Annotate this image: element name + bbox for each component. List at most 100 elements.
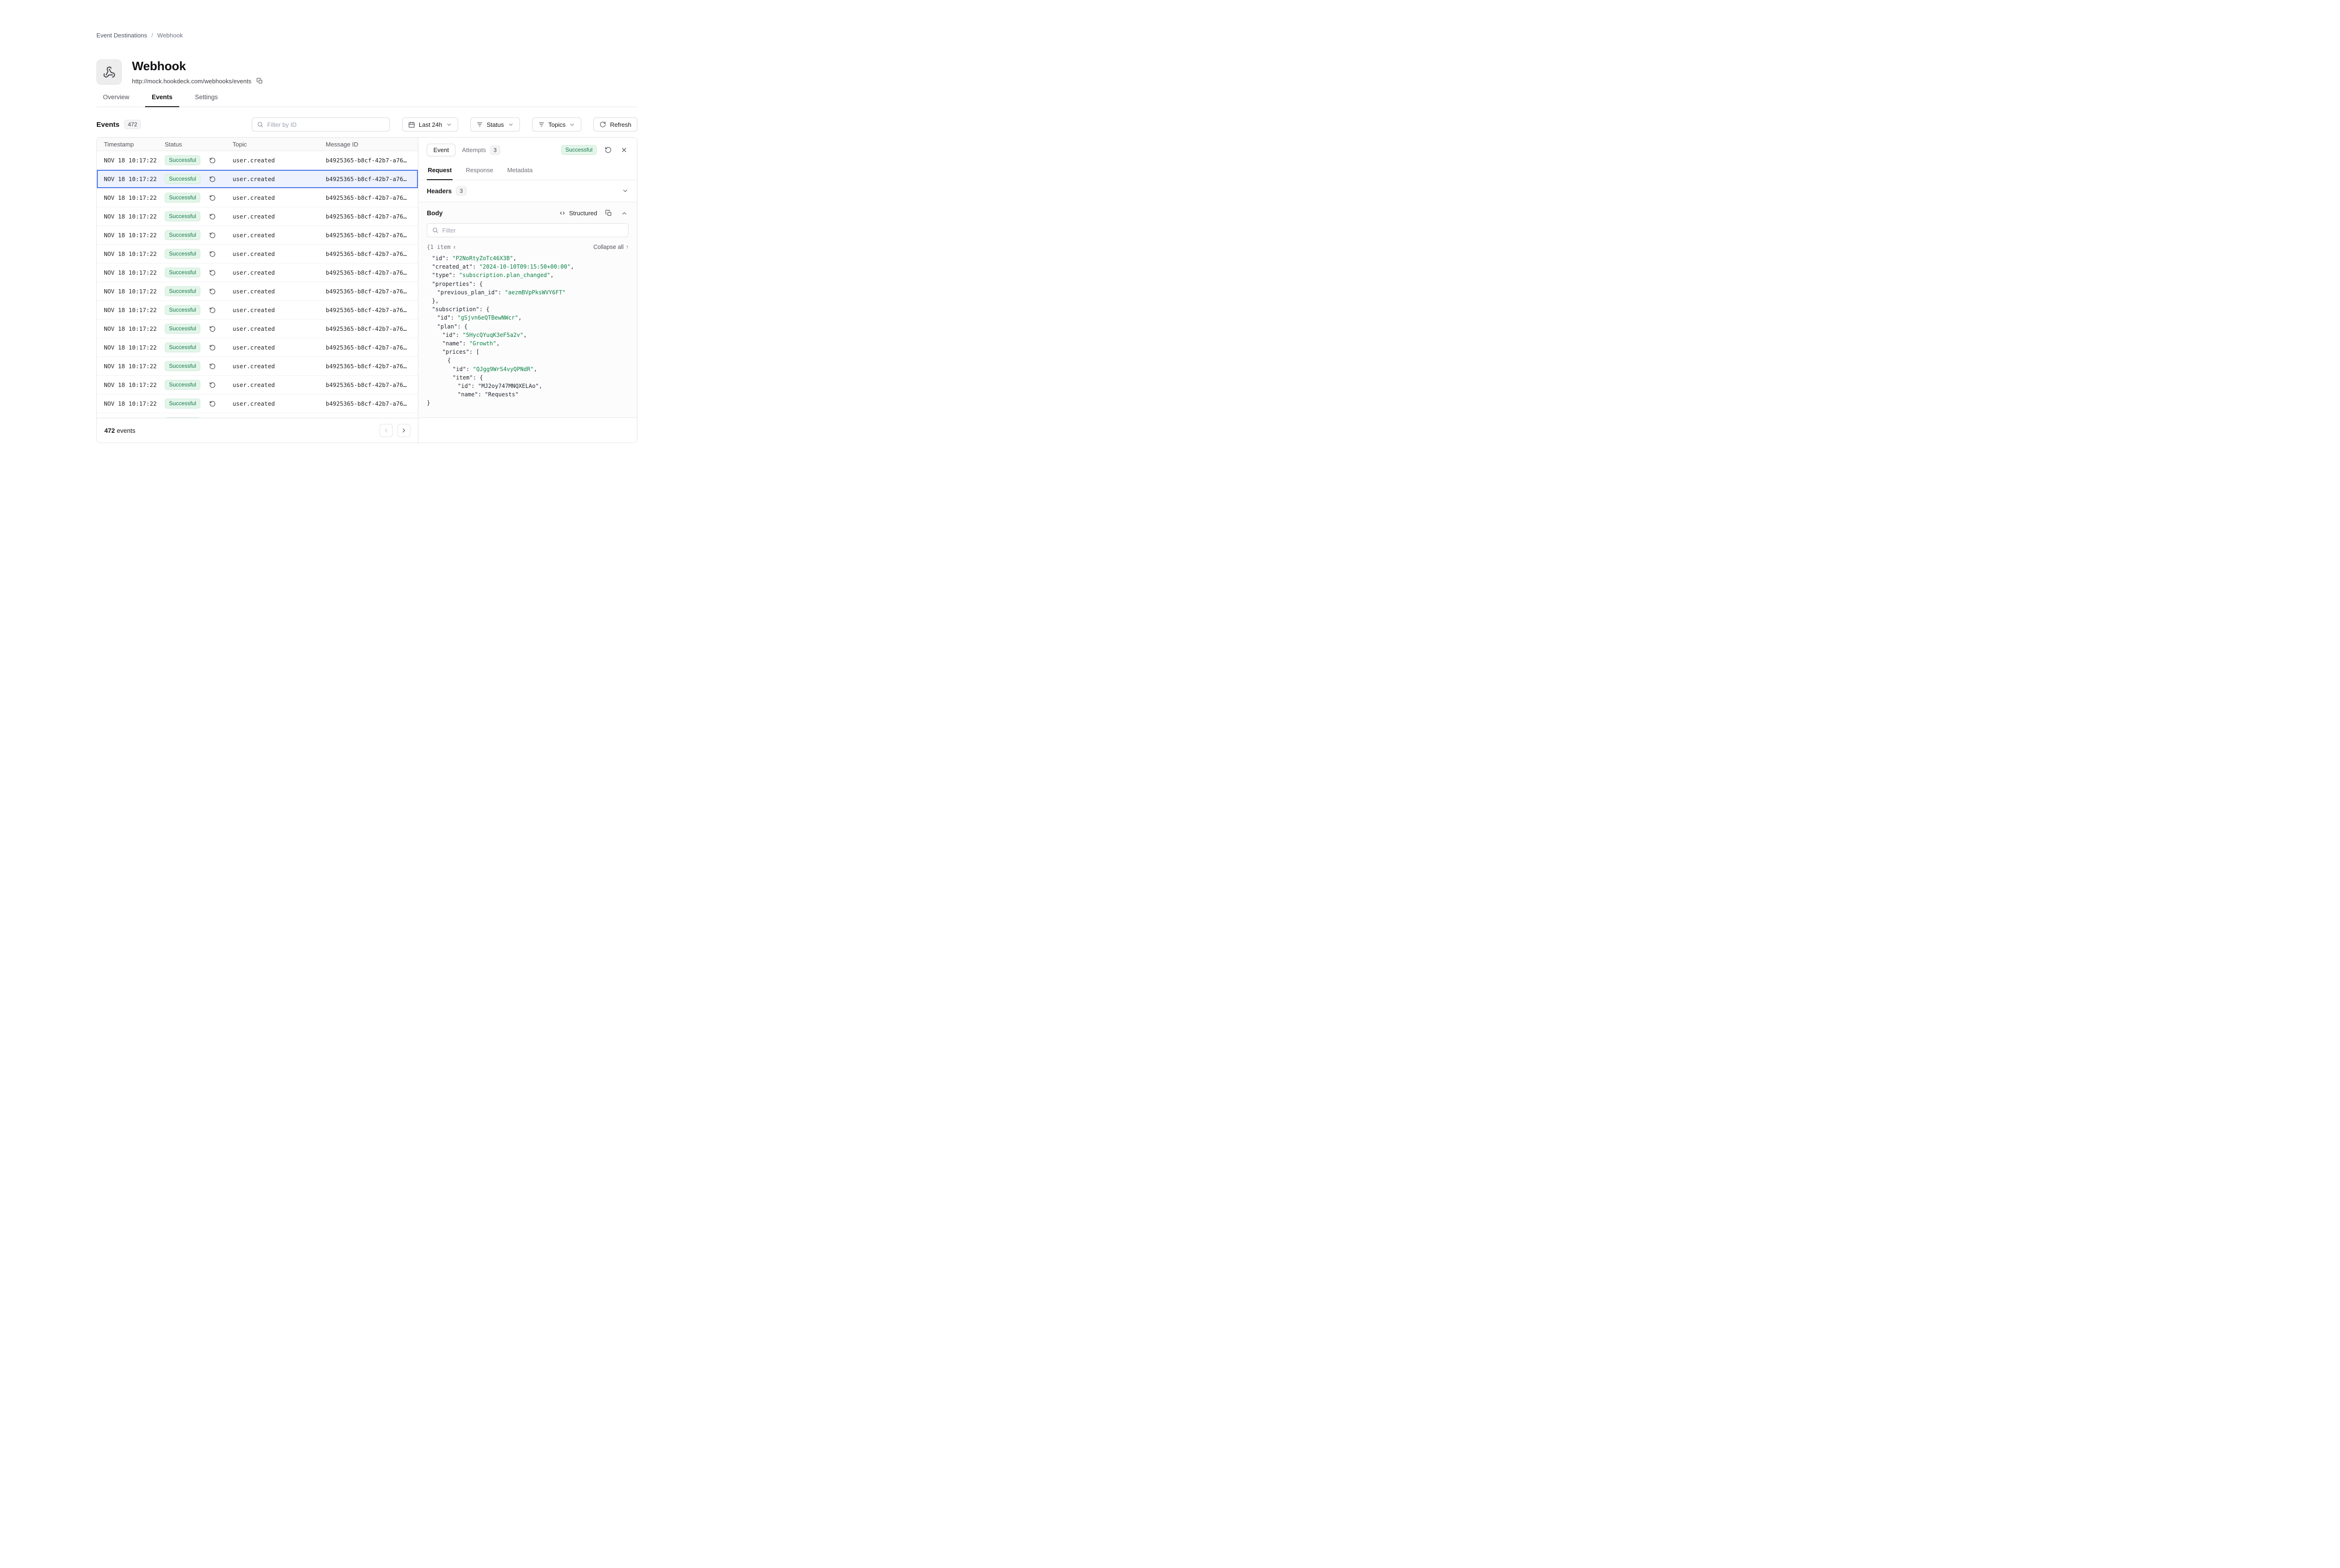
tab-settings[interactable]: Settings (189, 94, 225, 107)
collapse-all-label: Collapse all (593, 244, 624, 250)
retry-icon[interactable] (208, 343, 217, 352)
json-line: "id": "MJ2oy747MNQXELAo", (418, 382, 637, 390)
table-row[interactable]: NOV 18 10:17:22Successfuluser.createdb49… (97, 282, 418, 301)
json-line: "properties": { (418, 280, 637, 288)
retry-icon[interactable] (208, 250, 217, 258)
event-status-badge: Successful (561, 145, 597, 155)
next-page-button[interactable] (397, 424, 410, 437)
headers-count-badge: 3 (456, 186, 467, 196)
retry-icon[interactable] (208, 194, 217, 202)
retry-icon[interactable] (208, 381, 217, 389)
row-status-cell: Successful (165, 155, 233, 165)
filter-by-id-box (252, 117, 390, 131)
table-row[interactable]: NOV 18 10:17:22Successfuluser.createdb49… (97, 394, 418, 413)
event-view-button[interactable]: Event (427, 144, 455, 156)
row-topic: user.created (233, 175, 326, 182)
row-timestamp: NOV 18 10:17:22 (97, 157, 165, 164)
time-range-label: Last 24h (419, 121, 442, 128)
tab-request[interactable]: Request (427, 162, 453, 180)
json-line: "id": "gSjvn6eQTBewNWcr", (418, 314, 637, 322)
tab-metadata[interactable]: Metadata (506, 162, 534, 180)
retry-icon[interactable] (208, 287, 217, 296)
retry-icon[interactable] (208, 212, 217, 221)
copy-body-button[interactable] (604, 209, 613, 218)
collapse-all-button[interactable]: Collapse all ↑ (593, 244, 629, 250)
row-message-id: b4925365-b8cf-42b7-a76… (326, 250, 418, 257)
status-badge: Successful (165, 211, 200, 221)
json-line: "subscription": { (418, 305, 637, 314)
topics-filter-button[interactable]: Topics (532, 117, 582, 131)
table-row[interactable]: NOV 18 10:17:22Successfuluser.createdb49… (97, 245, 418, 263)
json-line: "item": { (418, 373, 637, 382)
retry-icon[interactable] (208, 306, 217, 314)
items-summary: {1 item (427, 244, 451, 250)
status-filter-button[interactable]: Status (470, 117, 520, 131)
events-count-badge: 472 (124, 120, 141, 129)
status-badge: Successful (165, 249, 200, 259)
table-row[interactable]: NOV 18 10:17:22Successfuluser.createdb49… (97, 151, 418, 170)
json-line: "name": "Requests" (418, 390, 637, 399)
refresh-button[interactable]: Refresh (593, 117, 637, 131)
attempts-view-button[interactable]: Attempts 3 (462, 146, 500, 155)
json-line: "prices": [ (418, 348, 637, 356)
row-topic: user.created (233, 325, 326, 332)
items-summary-toggle[interactable]: {1 item ↑ (427, 244, 456, 250)
webhook-events-page: Event Destinations / Webhook Webhook htt… (96, 0, 637, 443)
retry-icon[interactable] (208, 325, 217, 333)
body-filter-input[interactable] (442, 227, 623, 234)
code-icon (559, 210, 566, 217)
table-row[interactable]: NOV 18 10:17:22Successfuluser.createdb49… (97, 170, 418, 189)
table-row[interactable]: NOV 18 10:17:22Successfuluser.createdb49… (97, 189, 418, 207)
retry-icon[interactable] (208, 156, 217, 165)
row-message-id: b4925365-b8cf-42b7-a76… (326, 363, 418, 370)
pagination (380, 424, 410, 437)
table-row[interactable]: NOV 18 10:17:22Successfuluser.createdb49… (97, 320, 418, 338)
retry-event-button[interactable] (604, 146, 613, 154)
table-row[interactable]: NOV 18 10:17:22Successfuluser.createdb49… (97, 207, 418, 226)
table-row[interactable]: NOV 18 10:17:22Successfuluser.createdb49… (97, 413, 418, 418)
row-message-id: b4925365-b8cf-42b7-a76… (326, 175, 418, 182)
breadcrumb: Event Destinations / Webhook (96, 32, 637, 39)
row-timestamp: NOV 18 10:17:22 (97, 269, 165, 276)
title-block: Webhook http://mock.hookdeck.com/webhook… (132, 59, 264, 85)
table-row[interactable]: NOV 18 10:17:22Successfuluser.createdb49… (97, 357, 418, 376)
retry-icon[interactable] (208, 175, 217, 183)
structured-toggle[interactable]: Structured (559, 210, 597, 217)
search-icon (257, 121, 263, 128)
filter-by-id-input[interactable] (267, 121, 385, 128)
event-detail-panel: Event Attempts 3 Successful (418, 138, 637, 443)
retry-icon[interactable] (208, 269, 217, 277)
status-badge: Successful (165, 286, 200, 296)
headers-section-toggle[interactable]: Headers 3 (418, 180, 637, 202)
table-row[interactable]: NOV 18 10:17:22Successfuluser.createdb49… (97, 376, 418, 394)
time-range-button[interactable]: Last 24h (402, 117, 458, 131)
close-panel-button[interactable] (620, 146, 629, 154)
collapse-body-button[interactable] (620, 209, 629, 218)
json-line: "type": "subscription.plan_changed", (418, 271, 637, 279)
tab-response[interactable]: Response (465, 162, 494, 180)
retry-icon[interactable] (208, 362, 217, 371)
breadcrumb-current[interactable]: Webhook (157, 32, 183, 39)
copy-url-button[interactable] (256, 77, 264, 85)
tab-overview[interactable]: Overview (96, 94, 136, 107)
row-topic: user.created (233, 363, 326, 370)
row-timestamp: NOV 18 10:17:22 (97, 325, 165, 332)
table-row[interactable]: NOV 18 10:17:22Successfuluser.createdb49… (97, 301, 418, 320)
table-row[interactable]: NOV 18 10:17:22Successfuluser.createdb49… (97, 263, 418, 282)
chevron-right-icon (401, 427, 407, 434)
column-status: Status (165, 141, 233, 148)
table-row[interactable]: NOV 18 10:17:22Successfuluser.createdb49… (97, 226, 418, 245)
chevron-down-icon (569, 122, 575, 128)
json-line: "created_at": "2024-10-10T09:15:50+00:00… (418, 263, 637, 271)
retry-icon[interactable] (208, 400, 217, 408)
breadcrumb-parent[interactable]: Event Destinations (96, 32, 147, 39)
retry-icon[interactable] (208, 231, 217, 240)
row-message-id: b4925365-b8cf-42b7-a76… (326, 157, 418, 164)
tab-events[interactable]: Events (145, 94, 179, 107)
prev-page-button[interactable] (380, 424, 393, 437)
attempts-label: Attempts (462, 146, 486, 153)
json-line: "plan": { (418, 322, 637, 331)
json-line: "id": "P2NoRtyZoTc46X3B", (418, 254, 637, 263)
table-row[interactable]: NOV 18 10:17:22Successfuluser.createdb49… (97, 338, 418, 357)
row-status-cell: Successful (165, 193, 233, 203)
